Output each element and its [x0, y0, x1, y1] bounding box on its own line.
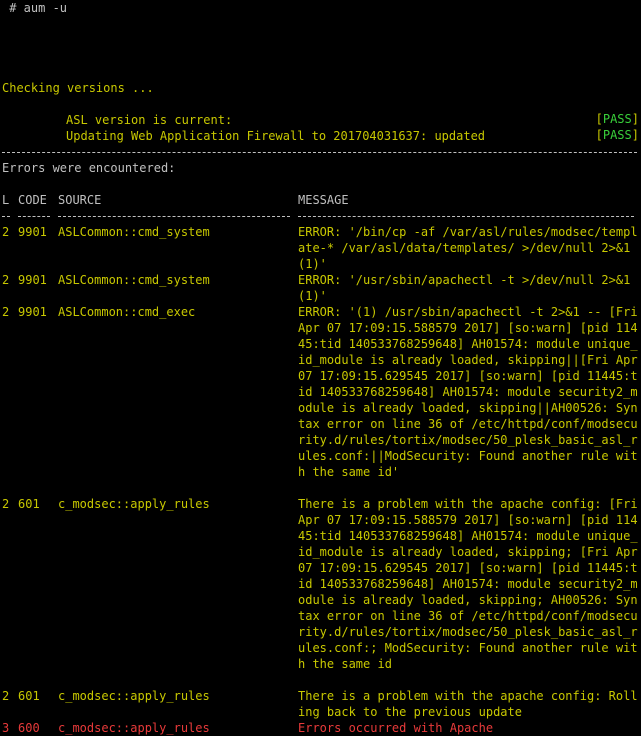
column-rule-level	[2, 216, 10, 217]
row-source: c_modsec::apply_rules	[58, 689, 210, 703]
command-line: # aum -u	[2, 1, 68, 15]
check-waf-update-label: Updating Web Application Firewall to 201…	[66, 129, 486, 143]
row-source: ASLCommon::cmd_system	[58, 225, 210, 239]
column-rule-code	[18, 216, 50, 217]
row-source: ASLCommon::cmd_system	[58, 273, 210, 287]
check-asl-version-status: [PASS]	[595, 112, 639, 126]
row-message: Errors occurred with Apache	[298, 721, 494, 735]
row-source: c_modsec::apply_rules	[58, 721, 210, 735]
row-level: 2	[2, 305, 10, 319]
separator-line	[2, 152, 637, 153]
row-level: 3	[2, 721, 10, 735]
row-code: 9901	[18, 305, 47, 319]
column-header-source: SOURCE	[58, 193, 102, 207]
row-code: 9901	[18, 273, 47, 287]
row-source: c_modsec::apply_rules	[58, 497, 210, 511]
row-level: 2	[2, 273, 10, 287]
row-source: ASLCommon::cmd_exec	[58, 305, 196, 319]
row-message: ERROR: '/usr/sbin/apachectl -t >/dev/nul…	[298, 273, 638, 303]
check-waf-update-status: [PASS]	[595, 128, 639, 142]
errors-header: Errors were encountered:	[2, 161, 176, 175]
column-header-level: L	[2, 193, 10, 207]
row-code: 600	[18, 721, 40, 735]
terminal-window[interactable]: # aum -u Checking versions ... ASL versi…	[0, 0, 641, 736]
row-code: 601	[18, 689, 40, 703]
column-rule-message	[298, 216, 634, 217]
checking-versions-text: Checking versions ...	[2, 81, 154, 95]
row-code: 601	[18, 497, 40, 511]
row-message: There is a problem with the apache confi…	[298, 497, 638, 671]
row-message: ERROR: '/bin/cp -af /var/asl/rules/modse…	[298, 225, 638, 271]
pass-label: PASS	[602, 112, 632, 126]
column-rule-source	[58, 216, 290, 217]
column-header-code: CODE	[18, 193, 47, 207]
row-message: ERROR: '(1) /usr/sbin/apachectl -t 2>&1 …	[298, 305, 638, 479]
row-level: 2	[2, 225, 10, 239]
row-message: There is a problem with the apache confi…	[298, 689, 638, 719]
pass-label: PASS	[602, 128, 632, 142]
row-level: 2	[2, 689, 10, 703]
row-code: 9901	[18, 225, 47, 239]
column-header-message: MESSAGE	[298, 193, 349, 207]
check-asl-version-label: ASL version is current:	[66, 113, 233, 127]
row-level: 2	[2, 497, 10, 511]
